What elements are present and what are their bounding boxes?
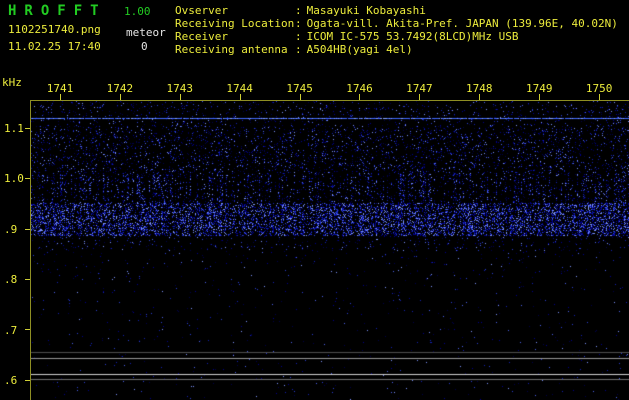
info-row-location: Receiving Location: Ogata-vill. Akita-Pre… [175,17,618,30]
y-tick-label: 1.0 [4,172,24,185]
time-axis-line [30,100,629,101]
app-title: HROFFT [8,3,107,19]
info-row-antenna: Receiving antenna: A504HB(yagi 4el) [175,43,618,56]
info-label: Ovserver [175,4,228,17]
y-axis-tick [25,228,30,230]
frequency-axis-line [30,100,31,400]
y-axis-tick [25,178,30,180]
y-axis-tick [25,278,30,280]
meteor-label: meteor [126,26,166,39]
x-axis-tick [119,94,121,100]
info-label: Receiving antenna [175,43,288,56]
info-separator: : [295,4,302,17]
y-tick-label: .9 [4,223,18,236]
y-tick-label: .8 [4,273,18,286]
info-label: Receiver [175,30,228,43]
x-axis-tick [479,94,481,100]
info-separator: : [295,17,302,30]
output-filename: 1102251740.png [8,23,101,36]
info-row-observer: Ovserver: Masayuki Kobayashi [175,4,618,17]
app-version: 1.00 [124,5,151,18]
timestamp: 11.02.25 17:40 [8,40,101,53]
x-axis-tick [539,94,541,100]
station-info: Ovserver: Masayuki Kobayashi Receiving Lo… [175,4,618,56]
y-tick-label: .7 [4,324,18,337]
x-axis-tick [359,94,361,100]
x-axis-tick [239,94,241,100]
y-tick-label: .6 [4,374,18,387]
meteor-count: 0 [141,40,148,53]
y-axis-tick [25,379,30,381]
y-tick-label: 1.1 [4,122,24,135]
info-row-receiver: Receiver: ICOM IC-575 53.7492(8LCD)MHz US… [175,30,618,43]
info-label: Receiving Location [175,17,295,30]
y-axis-tick [25,329,30,331]
x-axis-tick [179,94,181,100]
info-value: A504HB(yagi 4el) [306,43,413,56]
info-value: Ogata-vill. Akita-Pref. JAPAN (139.96E, … [306,17,618,30]
y-axis-tick [25,127,30,129]
hrofft-screen: HROFFT 1.00 1102251740.png 11.02.25 17:4… [0,0,629,400]
x-axis-tick [299,94,301,100]
info-value: Masayuki Kobayashi [306,4,426,17]
info-value: ICOM IC-575 53.7492(8LCD)MHz USB [306,30,519,43]
spectrogram [30,100,629,400]
info-separator: : [295,30,302,43]
x-axis-tick [599,94,601,100]
y-axis-unit-label: kHz [2,76,22,89]
info-separator: : [295,43,302,56]
x-axis-tick [59,94,61,100]
x-axis-tick [419,94,421,100]
